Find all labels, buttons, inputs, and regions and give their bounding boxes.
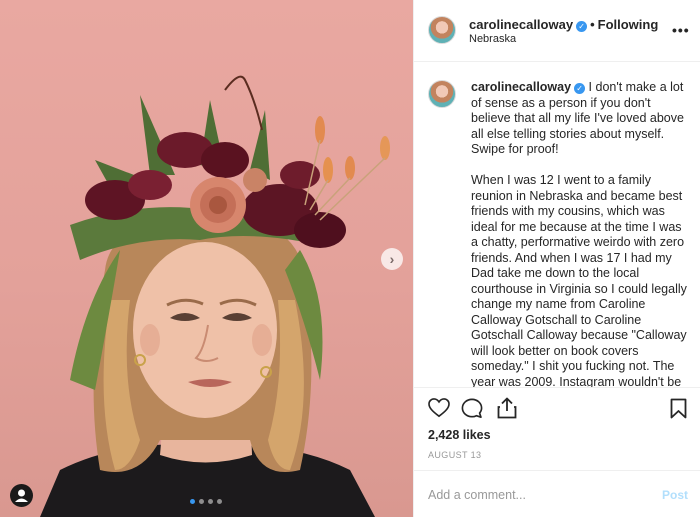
carousel-dot: [190, 499, 195, 504]
avatar[interactable]: [428, 80, 456, 108]
likes-count[interactable]: 2,428 likes: [428, 428, 491, 442]
carousel-dot: [217, 499, 222, 504]
heart-icon[interactable]: [428, 398, 450, 418]
carousel-dot: [199, 499, 204, 504]
verified-badge-icon: ✓: [576, 21, 588, 32]
carousel-dot: [208, 499, 213, 504]
post-comment-button[interactable]: Post: [662, 488, 688, 502]
comment-icon[interactable]: [461, 398, 483, 419]
location-link[interactable]: Nebraska: [469, 33, 516, 45]
caption-paragraph: When I was 12 I went to a family reunion…: [471, 173, 687, 388]
user-icon: [15, 489, 28, 502]
carousel-next-button[interactable]: ›: [381, 248, 403, 270]
share-icon[interactable]: [497, 397, 517, 419]
post-caption: carolinecalloway ✓ I don't make a lot of …: [471, 80, 689, 388]
avatar[interactable]: [428, 16, 456, 44]
username-link[interactable]: carolinecalloway: [469, 17, 573, 32]
post-header: carolinecalloway ✓ • Following Nebraska •••: [414, 0, 700, 62]
post-side-panel: carolinecalloway ✓ • Following Nebraska •••…: [413, 0, 700, 517]
photo-illustration: [40, 75, 390, 517]
bookmark-icon[interactable]: [670, 398, 687, 419]
separator: •: [590, 17, 595, 32]
carousel-indicator: [190, 499, 222, 504]
post-photo[interactable]: ›: [0, 0, 413, 517]
verified-badge-icon: ✓: [574, 83, 586, 94]
comment-input[interactable]: [428, 486, 648, 504]
add-comment-bar: Post: [414, 470, 700, 517]
following-button[interactable]: Following: [598, 17, 659, 32]
post-date[interactable]: AUGUST 13: [428, 450, 481, 460]
comments-section[interactable]: carolinecalloway ✓ I don't make a lot of …: [414, 62, 700, 388]
more-options-icon[interactable]: •••: [672, 22, 690, 38]
caption-username-link[interactable]: carolinecalloway: [471, 80, 571, 94]
tagged-users-button[interactable]: [10, 484, 33, 507]
header-user-line: carolinecalloway ✓ • Following: [469, 17, 658, 32]
action-bar: [414, 392, 700, 428]
